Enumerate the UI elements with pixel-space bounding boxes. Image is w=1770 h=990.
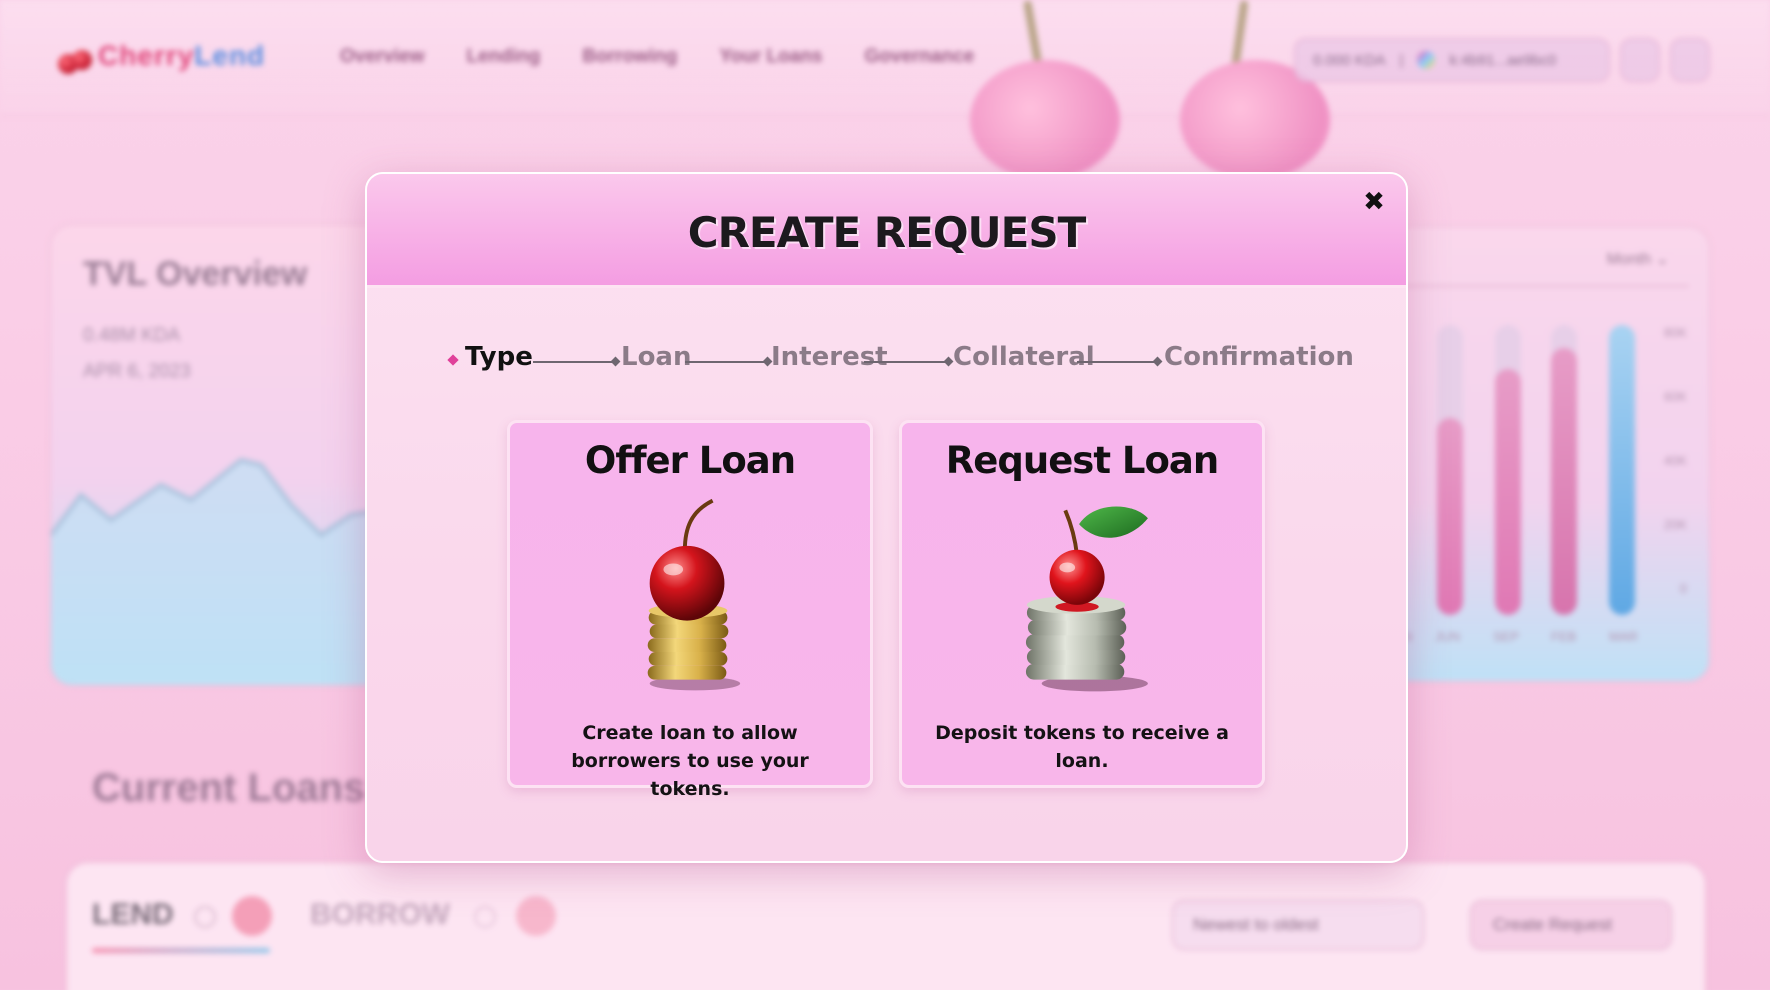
tvl-date: APR 6, 2023 [83,361,191,382]
nav-governance[interactable]: Governance [865,46,975,68]
wallet-address: k:4b91...ae9bc0 [1449,51,1557,69]
wallet-avatar-icon [1417,51,1436,69]
y-tick: 60K [1663,389,1687,404]
wallet-balance: 0.000 KDA [1313,51,1386,69]
tab-lend-underline [92,948,270,953]
x-tick: SEP [1493,629,1520,644]
top-navbar: CherryLend Overview Lending Borrowing Yo… [0,0,1770,180]
x-tick: MAR [1609,629,1638,644]
bar-chart-divider [1391,285,1689,287]
step-connector [533,361,615,363]
network-button[interactable] [1620,38,1660,82]
period-select[interactable]: Month ⌄ [1607,249,1669,269]
step-collateral: Collateral [953,342,1095,372]
wallet-divider: | [1399,51,1404,69]
offer-loan-card[interactable]: Offer Loan Create loan to allow borrower… [507,420,873,800]
chart-bar [1495,325,1521,615]
step-loan: Loan [621,342,692,372]
nav-your-loans[interactable]: Your Loans [719,46,822,68]
request-loan-card[interactable]: Request Loan Deposit tokens to receive a… [899,420,1265,788]
active-step-diamond-icon [447,354,459,366]
info-icon [474,906,496,928]
create-request-button[interactable]: Create Request [1470,900,1672,950]
lend-count-badge [232,896,272,936]
close-icon[interactable]: ✖ [1360,188,1388,216]
create-request-modal: CREATE REQUEST ✖ Type Loan Interest Coll… [365,172,1408,863]
y-tick: 20K [1663,517,1687,532]
info-icon [194,906,216,928]
step-indicator: Type Loan Interest Collateral Confirmati… [367,342,1406,382]
step-connector [685,361,767,363]
step-interest: Interest [771,342,888,372]
chart-bar [1551,325,1577,615]
decor-cherry [970,60,1120,180]
offer-loan-description: Create loan to allow borrowers to use yo… [571,722,809,800]
tvl-amount: 0.48M KDA [83,325,181,346]
current-loans-title: Current Loans [92,766,366,810]
step-type: Type [465,342,533,372]
bar-chart-card: Month ⌄ 80K 60K 40K 20K 0 JUN JUN SEP FE… [1360,226,1710,682]
sort-select[interactable]: Newest to oldest [1172,900,1424,950]
nav-borrowing[interactable]: Borrowing [582,46,677,68]
y-tick: 40K [1663,453,1687,468]
x-tick: JUN [1435,629,1461,644]
modal-header: CREATE REQUEST ✖ [367,174,1406,288]
cherry-on-gold-coins-icon [647,498,741,691]
tab-lend[interactable]: LEND [92,898,174,932]
step-connector [864,361,948,363]
y-tick: 80K [1663,325,1687,340]
step-confirmation: Confirmation [1164,342,1354,372]
request-loan-title: Request Loan [945,439,1219,482]
main-nav: Overview Lending Borrowing Your Loans Go… [340,46,974,68]
x-tick: FEB [1551,629,1577,644]
y-tick: 0 [1679,581,1687,596]
borrow-count-badge [516,896,556,936]
chart-bar [1437,325,1463,615]
nav-overview[interactable]: Overview [340,46,425,68]
cherry-logo-icon [58,36,92,76]
nav-lending[interactable]: Lending [467,46,541,68]
request-loan-description: Deposit tokens to receive a loan. [935,722,1229,772]
modal-title: CREATE REQUEST [687,208,1087,257]
wallet-display[interactable]: 0.000 KDA | k:4b91...ae9bc0 [1294,38,1610,82]
offer-loan-title: Offer Loan [584,439,796,482]
tab-borrow[interactable]: BORROW [310,898,450,932]
tvl-title: TVL Overview [83,255,308,293]
settings-button[interactable] [1670,38,1710,82]
step-connector [1077,361,1157,363]
chart-bar [1609,325,1635,615]
logo-text: CherryLend [98,40,266,71]
app-logo[interactable]: CherryLend [58,36,265,76]
cherry-on-silver-coins-icon [1025,506,1148,692]
